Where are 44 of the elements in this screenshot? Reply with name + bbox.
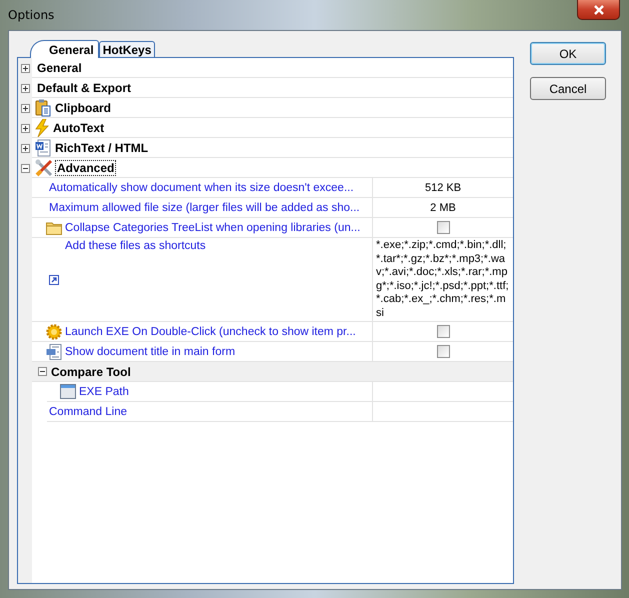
tab[interactable]: HotKeys — [98, 41, 156, 57]
category-label[interactable]: Clipboard — [53, 100, 113, 116]
category-label[interactable]: Advanced — [55, 160, 116, 176]
checkbox[interactable] — [436, 325, 450, 338]
checkbox[interactable] — [436, 221, 450, 234]
expand-icon[interactable] — [20, 144, 30, 152]
close-icon — [592, 4, 604, 14]
clipboard-icon — [35, 98, 51, 116]
tab[interactable]: General — [30, 40, 99, 58]
value-field[interactable]: 512 KB — [373, 178, 513, 198]
option-label[interactable]: Command Line — [49, 406, 127, 418]
category-label[interactable]: RichText / HTML — [53, 140, 150, 156]
dialog-button[interactable]: Cancel — [530, 77, 606, 100]
gear-icon — [46, 324, 62, 340]
option-label[interactable]: Maximum allowed file size (larger files will be added as sho... — [49, 202, 360, 214]
window-icon — [60, 384, 76, 399]
option-label[interactable]: Automatically show document when its size doesn't excee... — [49, 182, 354, 194]
lightning-icon — [35, 118, 49, 136]
window-title: Options — [8, 8, 54, 22]
tools-icon — [35, 158, 53, 176]
folder-icon — [46, 220, 62, 234]
checkbox[interactable] — [436, 345, 450, 358]
expand-icon[interactable] — [20, 104, 30, 112]
option-label[interactable]: Collapse Categories TreeList when opening libraries (un... — [65, 222, 360, 234]
expand-icon[interactable] — [20, 64, 30, 72]
word-document-icon — [35, 138, 51, 156]
group-label[interactable]: Compare Tool — [51, 364, 131, 378]
value-field[interactable]: 2 MB — [373, 198, 513, 218]
collapse-icon[interactable] — [20, 164, 30, 172]
document-title-icon — [46, 344, 62, 360]
option-label[interactable]: EXE Path — [79, 386, 129, 398]
category-label[interactable]: AutoText — [51, 120, 106, 136]
collapse-icon[interactable] — [38, 367, 47, 376]
close-button[interactable] — [577, 0, 620, 20]
option-label[interactable]: Launch EXE On Double-Click (uncheck to show item pr... — [65, 326, 356, 338]
shortcut-arrow-icon — [49, 274, 59, 284]
category-label[interactable]: General — [35, 60, 84, 76]
option-label[interactable]: Show document title in main form — [65, 346, 236, 358]
option-label[interactable]: Add these files as shortcuts — [65, 238, 206, 321]
dialog-button[interactable]: OK — [530, 42, 606, 65]
file-extensions-field[interactable]: *.exe;*.zip;*.cmd;*.bin;*.dll;*.tar*;*.gz;*.bz*;*.mp3;*.wav;*.avi;*.doc;*.xls;*.rar;*.mpg*;*.iso;*.jc!;*.psd;*.ppt;*.ttf;*.cab;*.ex_;*.chm;*.res;*.msi — [373, 238, 513, 322]
expand-icon[interactable] — [20, 124, 30, 132]
expand-icon[interactable] — [20, 84, 30, 92]
category-label[interactable]: Default & Export — [35, 80, 134, 96]
